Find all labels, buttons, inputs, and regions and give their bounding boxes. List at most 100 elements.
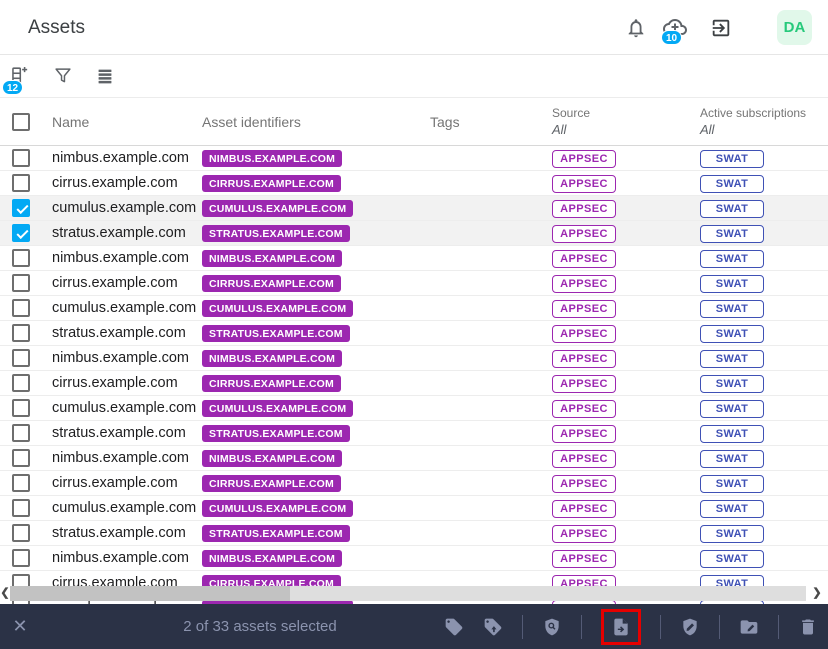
filter-icon[interactable] bbox=[52, 65, 74, 87]
folder-edit-icon[interactable] bbox=[739, 617, 759, 637]
column-header-identifiers[interactable]: Asset identifiers bbox=[192, 114, 420, 130]
subscription-badge: SWAT bbox=[700, 174, 764, 193]
source-badge: APPSEC bbox=[552, 524, 616, 543]
tag-icon[interactable] bbox=[444, 617, 464, 637]
subscription-badge: SWAT bbox=[700, 424, 764, 443]
bell-icon[interactable] bbox=[625, 17, 647, 39]
identifier-badge: CUMULUS.EXAMPLE.COM bbox=[202, 200, 354, 217]
row-name: nimbus.example.com bbox=[52, 250, 189, 266]
table-row[interactable]: cirrus.example.com CIRRUS.EXAMPLE.COM AP… bbox=[0, 471, 828, 496]
row-checkbox[interactable] bbox=[12, 374, 30, 392]
row-name: stratus.example.com bbox=[52, 425, 186, 441]
row-name: stratus.example.com bbox=[52, 225, 186, 241]
page-title: Assets bbox=[28, 17, 86, 38]
table-row[interactable]: cumulus.example.com CUMULUS.EXAMPLE.COM … bbox=[0, 296, 828, 321]
row-name: nimbus.example.com bbox=[52, 150, 189, 166]
logout-icon[interactable] bbox=[710, 17, 732, 39]
identifier-badge: NIMBUS.EXAMPLE.COM bbox=[202, 150, 343, 167]
row-checkbox[interactable] bbox=[12, 224, 30, 242]
table-row[interactable]: stratus.example.com STRATUS.EXAMPLE.COM … bbox=[0, 521, 828, 546]
table-row[interactable]: cirrus.example.com CIRRUS.EXAMPLE.COM AP… bbox=[0, 271, 828, 296]
row-checkbox[interactable] bbox=[12, 299, 30, 317]
subscription-badge: SWAT bbox=[700, 199, 764, 218]
horizontal-scrollbar: ❮ ❯ bbox=[0, 586, 828, 601]
subscriptions-label: Active subscriptions bbox=[700, 106, 807, 120]
table-row[interactable]: stratus.example.com STRATUS.EXAMPLE.COM … bbox=[0, 421, 828, 446]
identifier-badge: STRATUS.EXAMPLE.COM bbox=[202, 325, 350, 342]
table-row[interactable]: nimbus.example.com NIMBUS.EXAMPLE.COM AP… bbox=[0, 146, 828, 171]
row-checkbox[interactable] bbox=[12, 399, 30, 417]
row-checkbox[interactable] bbox=[12, 274, 30, 292]
column-header-tags[interactable]: Tags bbox=[420, 114, 542, 130]
row-checkbox[interactable] bbox=[12, 424, 30, 442]
upload-count-badge: 10 bbox=[661, 30, 682, 45]
subscription-badge: SWAT bbox=[700, 499, 764, 518]
scrollbar-thumb[interactable] bbox=[10, 586, 290, 601]
identifier-badge: CIRRUS.EXAMPLE.COM bbox=[202, 375, 341, 392]
table-row[interactable]: cumulus.example.com CUMULUS.EXAMPLE.COM … bbox=[0, 396, 828, 421]
subscription-badge: SWAT bbox=[700, 474, 764, 493]
column-header-source[interactable]: Source All bbox=[542, 106, 690, 137]
scrollbar-track[interactable] bbox=[10, 586, 806, 601]
row-checkbox[interactable] bbox=[12, 174, 30, 192]
column-header-subscriptions[interactable]: Active subscriptions All bbox=[690, 106, 828, 137]
table-row[interactable]: nimbus.example.com NIMBUS.EXAMPLE.COM AP… bbox=[0, 346, 828, 371]
row-name: nimbus.example.com bbox=[52, 350, 189, 366]
row-checkbox[interactable] bbox=[12, 349, 30, 367]
subscription-badge: SWAT bbox=[700, 399, 764, 418]
row-checkbox[interactable] bbox=[12, 524, 30, 542]
select-all-checkbox[interactable] bbox=[12, 112, 30, 131]
source-filter-value[interactable]: All bbox=[552, 122, 690, 137]
identifier-badge: NIMBUS.EXAMPLE.COM bbox=[202, 250, 343, 267]
scroll-left-arrow[interactable]: ❮ bbox=[0, 586, 10, 601]
row-checkbox[interactable] bbox=[12, 499, 30, 517]
view-list-icon[interactable] bbox=[94, 65, 116, 87]
identifier-badge: NIMBUS.EXAMPLE.COM bbox=[202, 450, 343, 467]
shield-edit-icon[interactable] bbox=[680, 617, 700, 637]
row-checkbox[interactable] bbox=[12, 474, 30, 492]
highlight-outline bbox=[601, 608, 641, 645]
table-row[interactable]: stratus.example.com STRATUS.EXAMPLE.COM … bbox=[0, 321, 828, 346]
table-row[interactable]: nimbus.example.com NIMBUS.EXAMPLE.COM AP… bbox=[0, 446, 828, 471]
row-checkbox[interactable] bbox=[12, 199, 30, 217]
scroll-right-arrow[interactable]: ❯ bbox=[812, 586, 822, 601]
user-avatar[interactable]: DA bbox=[777, 10, 812, 45]
row-checkbox[interactable] bbox=[12, 449, 30, 467]
divider bbox=[581, 614, 582, 639]
divider bbox=[778, 614, 779, 639]
row-name: cumulus.example.com bbox=[52, 300, 197, 316]
table-row[interactable]: cumulus.example.com CUMULUS.EXAMPLE.COM … bbox=[0, 496, 828, 521]
columns-count-badge: 12 bbox=[2, 80, 23, 95]
identifier-badge: NIMBUS.EXAMPLE.COM bbox=[202, 550, 343, 567]
trash-icon[interactable] bbox=[798, 617, 818, 637]
column-header-name[interactable]: Name bbox=[42, 114, 192, 130]
row-name: cirrus.example.com bbox=[52, 275, 178, 291]
row-name: cumulus.example.com bbox=[52, 500, 197, 516]
shield-scan-icon[interactable] bbox=[542, 617, 562, 637]
row-checkbox[interactable] bbox=[12, 149, 30, 167]
source-badge: APPSEC bbox=[552, 199, 616, 218]
row-name: cirrus.example.com bbox=[52, 175, 178, 191]
tag-add-icon[interactable] bbox=[483, 617, 503, 637]
identifier-badge: STRATUS.EXAMPLE.COM bbox=[202, 425, 350, 442]
source-badge: APPSEC bbox=[552, 249, 616, 268]
table-row[interactable]: nimbus.example.com NIMBUS.EXAMPLE.COM AP… bbox=[0, 246, 828, 271]
source-badge: APPSEC bbox=[552, 349, 616, 368]
subscription-badge: SWAT bbox=[700, 274, 764, 293]
table-row[interactable]: cumulus.example.com CUMULUS.EXAMPLE.COM … bbox=[0, 196, 828, 221]
subscription-badge: SWAT bbox=[700, 149, 764, 168]
table-row[interactable]: stratus.example.com STRATUS.EXAMPLE.COM … bbox=[0, 221, 828, 246]
table-row[interactable]: cirrus.example.com CIRRUS.EXAMPLE.COM AP… bbox=[0, 171, 828, 196]
subscription-badge: SWAT bbox=[700, 524, 764, 543]
subscriptions-filter-value[interactable]: All bbox=[700, 122, 828, 137]
subscription-badge: SWAT bbox=[700, 299, 764, 318]
close-icon[interactable]: ✕ bbox=[10, 616, 30, 636]
table-row[interactable]: nimbus.example.com NIMBUS.EXAMPLE.COM AP… bbox=[0, 546, 828, 571]
table-row[interactable]: cirrus.example.com CIRRUS.EXAMPLE.COM AP… bbox=[0, 371, 828, 396]
row-checkbox[interactable] bbox=[12, 249, 30, 267]
row-checkbox[interactable] bbox=[12, 549, 30, 567]
file-export-icon[interactable] bbox=[611, 617, 631, 637]
row-checkbox[interactable] bbox=[12, 324, 30, 342]
source-badge: APPSEC bbox=[552, 174, 616, 193]
row-name: cirrus.example.com bbox=[52, 375, 178, 391]
